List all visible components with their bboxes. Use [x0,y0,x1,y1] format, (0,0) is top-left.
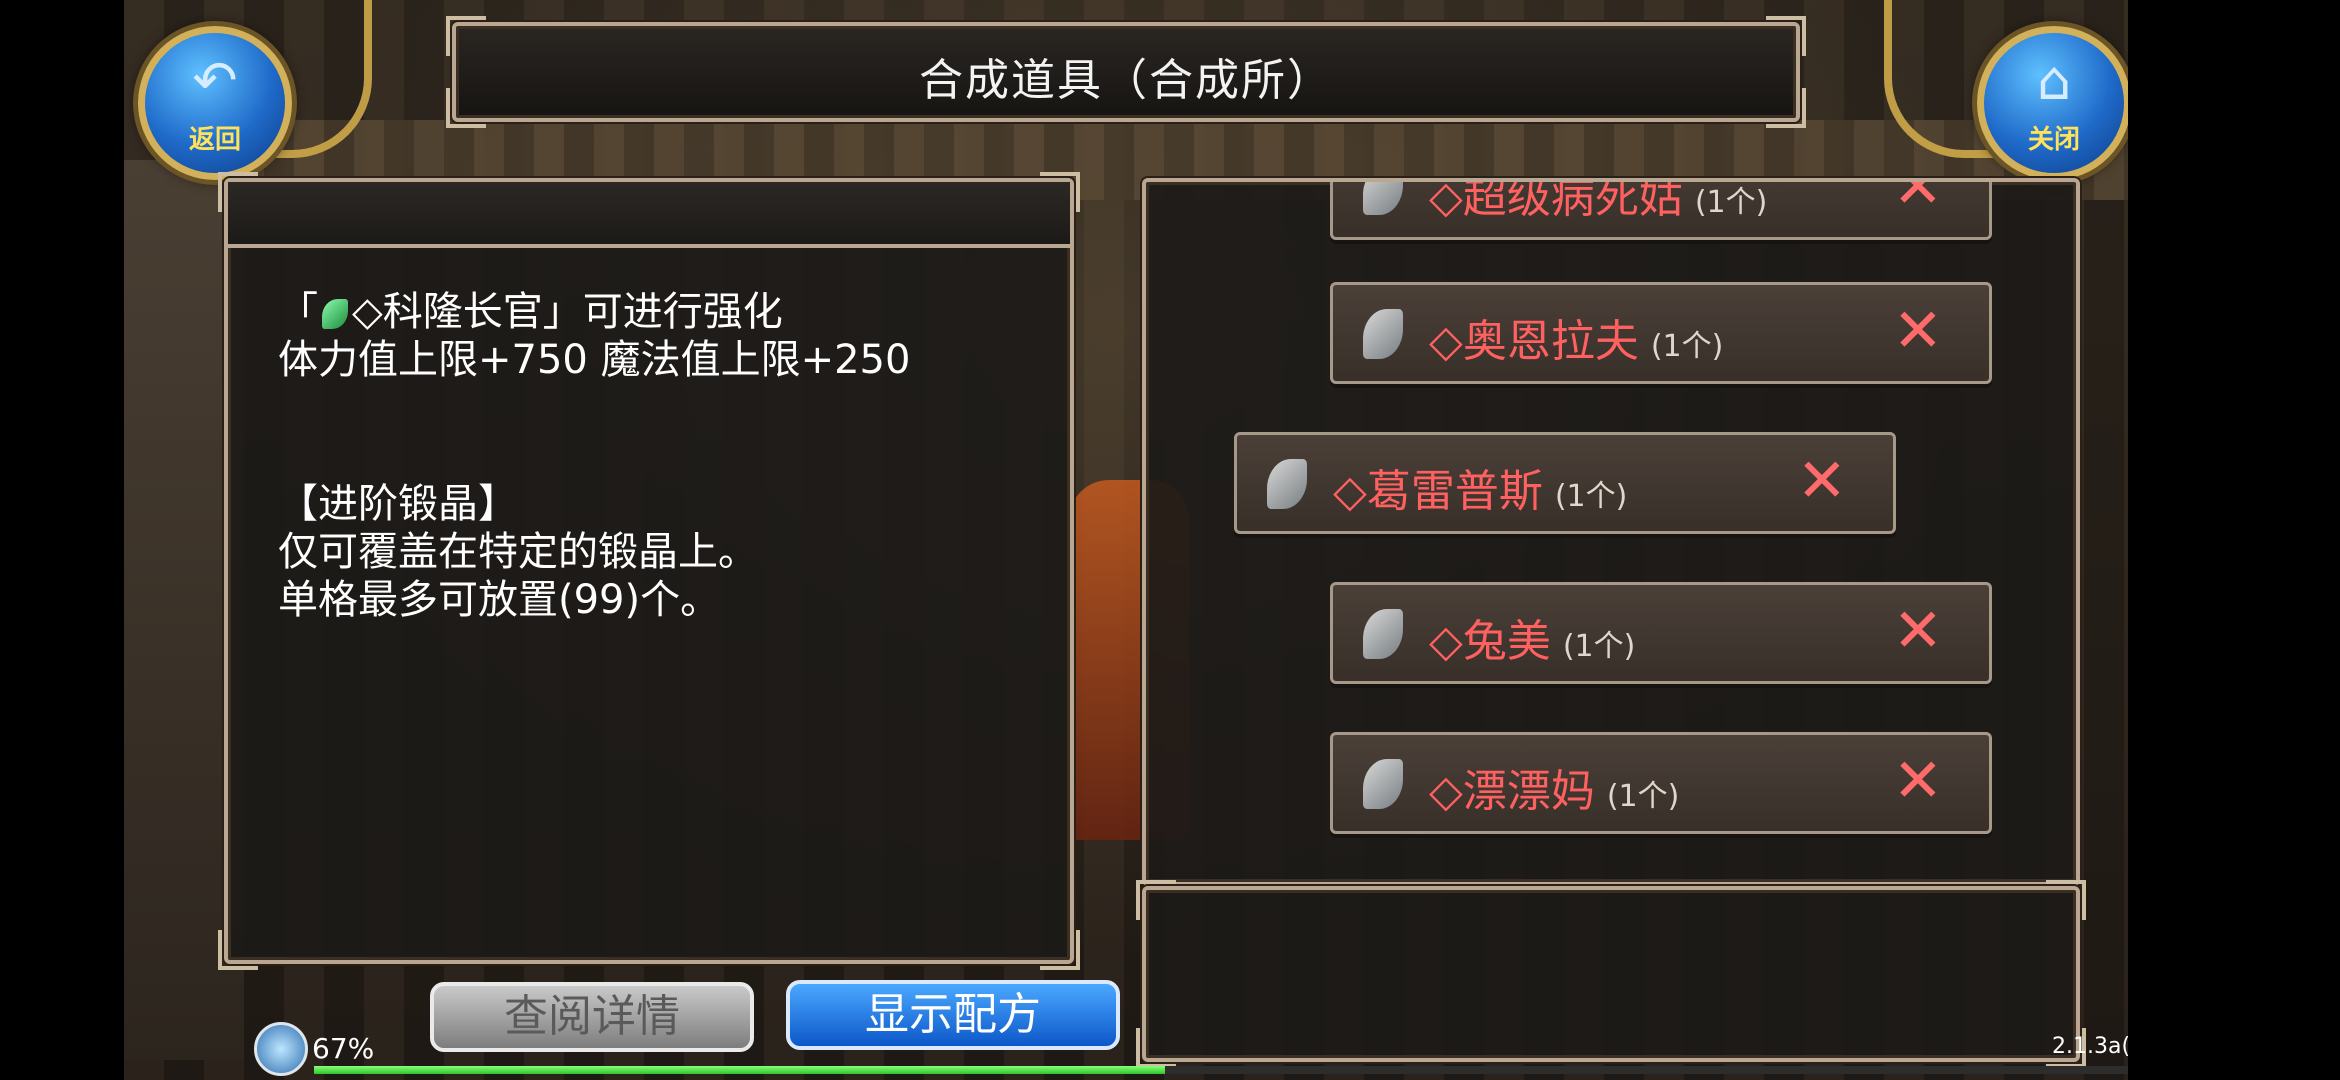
home-icon: ⌂ [2036,49,2072,112]
item-quantity: (1个) [1694,185,1768,220]
list-item[interactable]: ◇漂漂妈 (1个) ✕ [1330,732,1992,834]
item-info-panel: 「◇科隆长官」可进行强化 体力值上限+750 魔法值上限+250 【进阶锻晶】 … [218,172,1080,970]
item-quantity: (1个) [1650,329,1724,364]
item-name: ◇超级病死姑 (1个) [1429,178,1768,223]
item-quantity: (1个) [1606,779,1680,814]
remove-button[interactable]: ✕ [1893,599,1943,663]
game-scene: 合成道具（合成所） ↶ 返回 ⌂ 关闭 「 ◇科隆长官」可进行强化 体力值上限+7… [124,0,2128,1080]
frame-corner [1040,930,1080,970]
remove-button[interactable]: ✕ [1893,182,1943,219]
silver-leaf-gem-icon [1363,759,1403,809]
recipe-result-panel [1136,880,2086,1068]
list-item[interactable]: ◇超级病死姑 (1个) ✕ [1330,178,1992,240]
enhance-target-text: ◇科隆长官」可进行强化 [352,289,783,335]
close-label: 关闭 [2027,125,2080,155]
back-button[interactable]: ↶ 返回 [138,26,292,180]
info-text: 「◇科隆长官」可进行强化 体力值上限+750 魔法值上限+250 【进阶锻晶】 … [278,288,1040,624]
description-line-1: 仅可覆盖在特定的锻晶上。 [278,529,758,575]
item-name: ◇葛雷普斯 (1个) [1333,466,1628,517]
item-name: ◇奥恩拉夫 (1个) [1429,316,1724,367]
remove-button[interactable]: ✕ [1797,449,1847,513]
item-name: ◇兔美 (1个) [1429,616,1636,667]
item-quantity: (1个) [1562,629,1636,664]
progress-bar [314,1066,2128,1074]
frame-corner [2046,880,2086,920]
enhance-line: 「 ◇科隆长官」可进行强化 [278,288,1040,336]
page-title: 合成道具（合成所） [919,55,1333,106]
network-status-icon [254,1022,308,1076]
item-quantity: (1个) [1554,479,1628,514]
silver-leaf-gem-icon [1363,182,1403,215]
view-details-button[interactable]: 查阅详情 [430,982,754,1052]
frame-corner [1146,182,1176,212]
stat-bonus-line: 体力值上限+750 魔法值上限+250 [278,337,911,383]
item-name: ◇漂漂妈 (1个) [1429,766,1680,817]
silver-leaf-gem-icon [1267,459,1307,509]
progress-fill [314,1066,1165,1074]
silver-leaf-gem-icon [1363,609,1403,659]
frame-corner [1136,880,1176,920]
close-button[interactable]: ⌂ 关闭 [1977,26,2128,180]
battery-percentage: 67% [312,1032,375,1065]
frame-corner [1136,1028,1176,1068]
show-recipe-button[interactable]: 显示配方 [786,980,1120,1050]
list-item-selected[interactable]: ◇葛雷普斯 (1个) ✕ [1234,432,1896,534]
title-bar: 合成道具（合成所） [446,16,1806,128]
section-title: 【进阶锻晶】 [278,481,518,527]
list-item[interactable]: ◇兔美 (1个) ✕ [1330,582,1992,684]
silver-leaf-gem-icon [1363,309,1403,359]
frame-corner [2046,182,2076,212]
back-label: 返回 [188,125,241,155]
description-line-2: 单格最多可放置(99)个。 [278,577,721,623]
bracket-open: 「 [278,289,318,335]
list-item[interactable]: ◇奥恩拉夫 (1个) ✕ [1330,282,1992,384]
green-leaf-gem-icon [322,299,348,329]
remove-button[interactable]: ✕ [1893,299,1943,363]
frame-corner [218,930,258,970]
info-panel-header [228,182,1070,248]
version-label: 2.1.3a(44) [2052,1034,2128,1059]
return-arrow-icon: ↶ [192,49,238,112]
remove-button[interactable]: ✕ [1893,749,1943,813]
material-list-panel[interactable]: ◇超级病死姑 (1个) ✕ ◇奥恩拉夫 (1个) ✕ ◇葛雷普斯 (1个) ✕ ◇兔美… [1142,178,2080,886]
